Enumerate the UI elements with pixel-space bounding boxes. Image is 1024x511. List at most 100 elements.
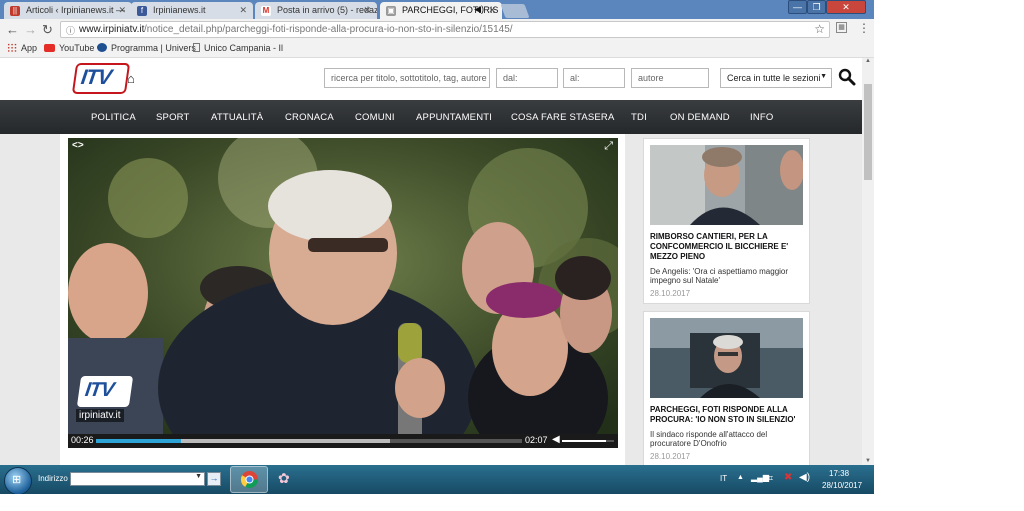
- news-card-title[interactable]: PARCHEGGI, FOTI RISPONDE ALLA PROCURA: '…: [650, 405, 805, 425]
- nav-on-demand[interactable]: ON DEMAND: [670, 112, 730, 123]
- minimize-button[interactable]: —: [788, 0, 807, 14]
- played-bar: [96, 439, 182, 443]
- tab-articoli[interactable]: || Articoli ‹ Irpinianews.it — ✕: [4, 2, 132, 19]
- tab-label: Posta in arrivo (5) - redaz: [277, 5, 377, 15]
- tab-facebook[interactable]: f Irpinianews.it ✕: [131, 2, 253, 19]
- irpinianews-favicon-icon: ||: [10, 6, 20, 16]
- signal-icon[interactable]: ▂▄▆: [751, 473, 769, 482]
- go-arrow-icon[interactable]: →: [207, 472, 221, 486]
- new-tab-button[interactable]: [500, 4, 530, 18]
- bookmark-youtube[interactable]: YouTube: [44, 43, 94, 53]
- close-icon[interactable]: ✕: [239, 5, 247, 16]
- tab-gmail[interactable]: M Posta in arrivo (5) - redaz ✕: [255, 2, 377, 19]
- apps-grid-icon: [7, 43, 17, 52]
- bookmark-apps[interactable]: App: [7, 43, 37, 53]
- bookmark-programma[interactable]: Programma | Univers: [97, 43, 196, 53]
- date-from-input[interactable]: dal:: [496, 68, 558, 88]
- language-indicator[interactable]: IT: [720, 474, 727, 483]
- news-card[interactable]: PARCHEGGI, FOTI RISPONDE ALLA PROCURA: '…: [643, 311, 810, 477]
- scroll-up-arrow-icon[interactable]: ▲: [865, 58, 871, 64]
- gmail-favicon-icon: M: [261, 6, 271, 16]
- windows-taskbar: ⊞ Indirizzo ▼ → ✿ IT ▲ ▂▄▆ ⌗ ✖ ◀) 17:38 …: [0, 465, 874, 495]
- news-card[interactable]: RIMBORSO CANTIERI, PER LA CONFCOMMERCIO …: [643, 138, 810, 304]
- nav-politica[interactable]: POLITICA: [91, 112, 136, 123]
- url-path: /notice_detail.php/parcheggi-foti-rispon…: [144, 24, 513, 35]
- video-controls: 00:26 02:07 ◀: [68, 434, 618, 448]
- home-icon[interactable]: ⌂: [127, 71, 135, 86]
- nav-appuntamenti[interactable]: APPUNTAMENTI: [416, 112, 492, 123]
- scroll-down-arrow-icon[interactable]: ▼: [865, 458, 871, 464]
- search-input[interactable]: ricerca per titolo, sottotitolo, tag, au…: [324, 68, 490, 88]
- tray-expand-icon[interactable]: ▲: [737, 474, 744, 481]
- date-to-input[interactable]: al:: [563, 68, 625, 88]
- watermark-site: irpiniatv.it: [76, 409, 124, 422]
- taskbar-chrome-button[interactable]: [230, 466, 268, 493]
- video-player[interactable]: <> ⤢ ITV irpiniatv.it 00:26 02:07 ◀: [68, 138, 618, 448]
- extension-icon[interactable]: ▦: [836, 22, 847, 33]
- taskbar-address-input[interactable]: ▼: [70, 472, 205, 486]
- tab-parcheggi[interactable]: ▣ PARCHEGGI, FOTI RIS ◀) ✕: [380, 2, 502, 19]
- dropdown-arrow-icon[interactable]: ▼: [195, 473, 202, 480]
- itv-favicon-icon: ▣: [386, 6, 396, 16]
- window-close-button[interactable]: ✕: [826, 0, 866, 14]
- embed-code-icon[interactable]: <>: [72, 140, 84, 151]
- network-icon[interactable]: ⌗: [768, 473, 773, 484]
- windows-logo-icon: ⊞: [12, 474, 22, 486]
- nav-tdi[interactable]: TDI: [631, 112, 647, 123]
- search-icon[interactable]: [838, 68, 856, 86]
- tab-label: Articoli ‹ Irpinianews.it —: [26, 5, 126, 15]
- start-button[interactable]: ⊞: [4, 467, 32, 495]
- bookmark-unico[interactable]: Unico Campania - Il: [193, 43, 283, 53]
- reload-icon[interactable]: ↻: [42, 22, 53, 38]
- nav-comuni[interactable]: COMUNI: [355, 112, 395, 123]
- news-card-thumbnail: [650, 318, 803, 398]
- page-icon: [193, 43, 200, 52]
- url-input[interactable]: ⓘ www.irpiniatv.it /notice_detail.php/pa…: [60, 21, 830, 38]
- current-time: 00:26: [71, 435, 94, 445]
- url-host: www.irpiniatv.it: [79, 24, 145, 35]
- total-time: 02:07: [525, 435, 548, 445]
- nav-cronaca[interactable]: CRONACA: [285, 112, 334, 123]
- info-icon[interactable]: ⓘ: [66, 24, 75, 37]
- nav-info[interactable]: INFO: [750, 112, 774, 123]
- close-icon[interactable]: ✕: [488, 5, 496, 16]
- section-select[interactable]: Cerca in tutte le sezioni ▼: [720, 68, 832, 88]
- menu-icon[interactable]: ⋮: [858, 21, 870, 35]
- author-input[interactable]: autore: [631, 68, 709, 88]
- youtube-icon: [44, 44, 55, 52]
- news-card-description: De Angelis: 'Ora ci aspettiamo maggior i…: [650, 267, 789, 285]
- volume-tray-icon[interactable]: ◀): [799, 472, 810, 483]
- close-icon[interactable]: ✕: [118, 5, 126, 16]
- nav-cosa-fare-stasera[interactable]: COSA FARE STASERA: [511, 112, 615, 123]
- nav-attualita[interactable]: ATTUALITÀ: [211, 112, 263, 123]
- globe-icon: [97, 43, 107, 52]
- clock-date[interactable]: 28/10/2017: [822, 481, 862, 490]
- browser-tab-strip: || Articoli ‹ Irpinianews.it — ✕ f Irpin…: [0, 0, 874, 19]
- address-bar: ← → ↻ ⓘ www.irpiniatv.it /notice_detail.…: [0, 19, 874, 41]
- video-frame: [68, 138, 618, 448]
- close-icon[interactable]: ✕: [363, 5, 371, 16]
- seek-bar[interactable]: [96, 439, 522, 443]
- clock-time[interactable]: 17:38: [829, 469, 849, 478]
- security-alert-icon[interactable]: ✖: [784, 472, 792, 483]
- news-card-date: 28.10.2017: [650, 289, 691, 298]
- taskbar-app-button[interactable]: ✿: [276, 468, 298, 490]
- volume-slider[interactable]: [562, 440, 614, 442]
- news-card-title[interactable]: RIMBORSO CANTIERI, PER LA CONFCOMMERCIO …: [650, 232, 805, 262]
- maximize-button[interactable]: ❐: [807, 0, 826, 14]
- volume-level: [562, 440, 607, 442]
- watermark-logo: ITV: [76, 376, 134, 407]
- forward-arrow-icon[interactable]: →: [24, 22, 37, 37]
- chrome-icon: [240, 470, 259, 489]
- fullscreen-icon[interactable]: ⤢: [604, 140, 613, 153]
- nav-sport[interactable]: SPORT: [156, 112, 190, 123]
- news-card-date: 28.10.2017: [650, 452, 691, 461]
- volume-icon[interactable]: ◀: [552, 434, 560, 445]
- desktop-area: [874, 0, 1024, 511]
- tab-label: Irpinianews.it: [153, 5, 206, 15]
- back-arrow-icon[interactable]: ←: [6, 22, 19, 37]
- star-icon[interactable]: ☆: [814, 22, 825, 36]
- scrollbar-thumb[interactable]: [864, 84, 872, 180]
- site-logo[interactable]: ITV: [71, 63, 131, 94]
- news-card-description: Il sindaco risponde all'attacco del proc…: [650, 430, 768, 448]
